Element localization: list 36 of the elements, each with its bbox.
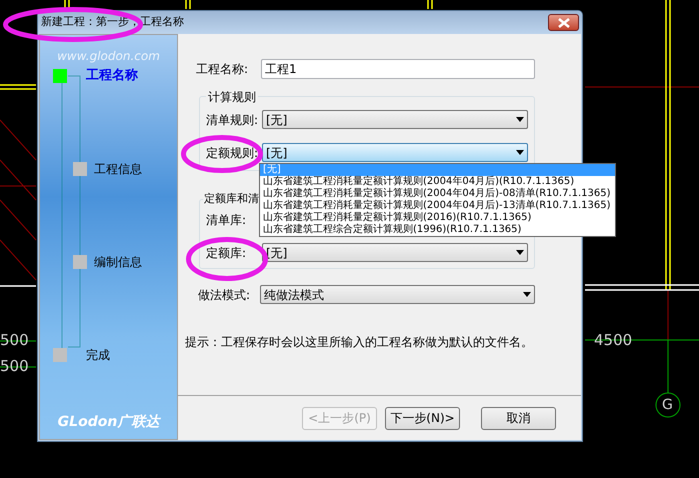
rule-dropdown[interactable]: [无] <box>262 110 528 129</box>
step-square-icon <box>53 348 67 362</box>
website-watermark: www.glodon.com <box>57 48 160 65</box>
field-label: 定额库: <box>206 244 248 262</box>
project-name-field[interactable]: 工程1 <box>261 59 535 79</box>
caret-icon <box>523 292 531 297</box>
hint-text: 提示：工程保存时会以这里所输入的工程名称做为默认的文件名。 <box>185 334 534 351</box>
dropdown-option[interactable]: 山东省建筑工程消耗量定额计算规则(2004年04月后)-08清单(R10.7.1.1365) <box>260 188 614 200</box>
field-label: 工程名称: <box>196 61 250 78</box>
mode-dropdown[interactable]: 纯做法模式 <box>260 285 535 304</box>
caret-icon <box>516 150 524 155</box>
wizard-step: 完成 <box>40 348 142 362</box>
dropdown-option[interactable]: 山东省建筑工程消耗量定额计算规则(2004年04月后)-13清单(R10.7.1.1365) <box>260 200 614 212</box>
axis-label: G <box>662 396 673 414</box>
field-label: 清单库: <box>206 212 248 228</box>
wizard-step: 工程信息 <box>40 162 142 176</box>
dropdown-option[interactable]: 山东省建筑工程消耗量定额计算规则(2004年04月后)(R10.7.1.1365) <box>260 176 614 188</box>
wizard-button[interactable]: 取消 <box>481 406 556 430</box>
caret-icon <box>516 117 524 122</box>
dropdown-option[interactable]: 山东省建筑工程综合定额计算规则(1996)(R10.7.1.1365) <box>260 224 614 236</box>
wizard-step: 编制信息 <box>40 255 142 269</box>
field-label: 定额规则: <box>206 144 260 162</box>
wizard-step: 工程名称 <box>40 69 142 83</box>
step-square-icon <box>73 255 87 269</box>
step-square-icon <box>73 162 87 176</box>
group-label: 计算规则 <box>206 88 258 106</box>
dropdown-option[interactable]: 山东省建筑工程消耗量定额计算规则(2016)(R10.7.1.1365) <box>260 212 614 224</box>
logo-text: GLodon广联达 <box>58 412 160 432</box>
step-square-icon <box>53 69 67 83</box>
field-label: 做法模式: <box>197 286 252 304</box>
caret-icon <box>516 250 524 255</box>
close-icon <box>558 18 570 28</box>
close-button[interactable] <box>548 14 579 31</box>
field-label: 清单规则: <box>206 112 260 128</box>
wizard-button[interactable]: 下一步(N)> <box>385 406 460 430</box>
rule-dropdown[interactable]: [无] <box>262 143 528 162</box>
